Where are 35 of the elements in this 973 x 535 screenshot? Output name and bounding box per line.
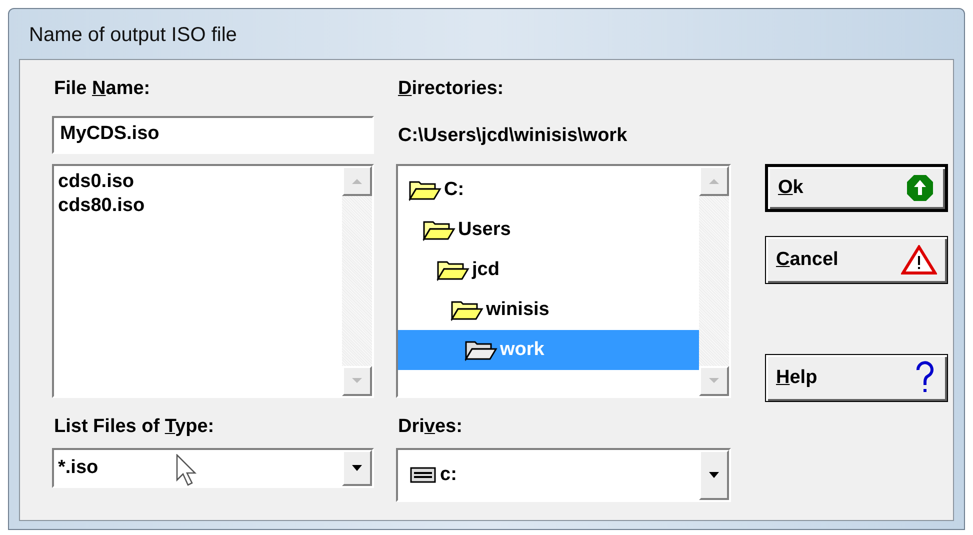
scrollbar[interactable] — [342, 166, 372, 396]
up-arrow-icon — [708, 177, 720, 185]
open-folder-icon — [408, 179, 442, 201]
file-type-dropdown[interactable]: *.iso — [52, 448, 374, 488]
file-item[interactable]: cds80.iso — [58, 194, 338, 218]
open-folder-icon — [450, 299, 484, 321]
current-path: C:\Users\jcd\winisis\work — [397, 124, 628, 148]
up-arrow-icon — [351, 177, 363, 185]
open-folder-icon — [464, 339, 498, 361]
help-button[interactable]: Help — [765, 354, 948, 402]
drives-dropdown[interactable]: c: — [396, 448, 731, 502]
window-title: Name of output ISO file — [28, 23, 238, 48]
drive-icon — [410, 467, 436, 483]
file-name-label: File Name: — [53, 77, 152, 101]
down-arrow-icon — [351, 377, 363, 385]
down-arrow-icon — [708, 377, 720, 385]
open-folder-icon — [422, 219, 456, 241]
folder-item[interactable]: C: — [398, 170, 699, 210]
folder-item[interactable]: winisis — [398, 290, 699, 330]
up-arrow-icon — [905, 173, 935, 203]
ok-button[interactable]: Ok — [765, 164, 948, 212]
folder-item[interactable]: jcd — [398, 250, 699, 290]
mouse-cursor-icon — [176, 454, 198, 488]
file-name-field[interactable]: MyCDS.iso — [52, 116, 374, 154]
open-folder-icon — [436, 259, 470, 281]
directories-label: Directories: — [397, 77, 505, 101]
warning-icon — [901, 245, 937, 275]
drives-label: Drives: — [397, 415, 464, 439]
scrollbar[interactable] — [699, 166, 729, 396]
dropdown-arrow-icon — [708, 471, 720, 479]
cancel-button[interactable]: Cancel — [765, 236, 948, 284]
file-item[interactable]: cds0.iso — [58, 170, 338, 194]
dropdown-arrow-icon — [351, 464, 363, 472]
folder-item[interactable]: Users — [398, 210, 699, 250]
file-type-label: List Files of Type: — [53, 415, 216, 439]
